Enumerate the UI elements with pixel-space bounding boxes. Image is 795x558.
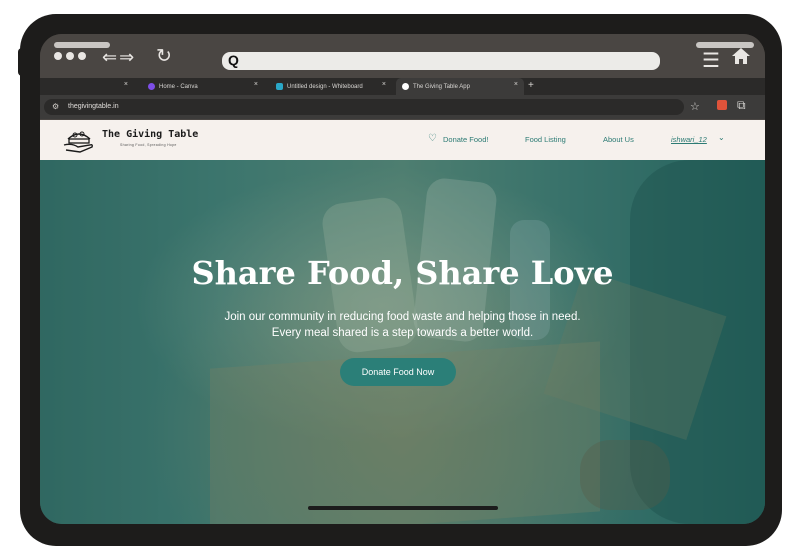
user-menu[interactable]: ishwari_12: [671, 135, 707, 144]
hero-overlay: [40, 160, 765, 524]
new-tab-button[interactable]: +: [528, 80, 534, 91]
home-indicator[interactable]: [308, 506, 498, 510]
search-icon: Q: [228, 52, 239, 68]
tab-canva[interactable]: Home - Canva ×: [140, 78, 264, 95]
browser-toolbar: ⇐⇒ ↻ Q ☰: [40, 34, 765, 78]
chevron-down-icon[interactable]: ⌄: [718, 133, 725, 142]
url-field[interactable]: ⚙ thegivingtable.in: [44, 99, 684, 115]
hero-subtitle-line2: Every meal shared is a step towards a be…: [271, 327, 534, 339]
tab-close-icon[interactable]: ×: [514, 81, 518, 88]
nav-about-us[interactable]: About Us: [603, 135, 634, 144]
tab-label: Home - Canva: [159, 83, 198, 90]
heart-icon: ♡: [428, 133, 437, 144]
whiteboard-icon: [276, 83, 283, 90]
hero-title: Share Food, Share Love: [191, 254, 614, 292]
extension-icon[interactable]: [717, 100, 727, 110]
site-favicon-icon: [402, 83, 409, 90]
home-icon[interactable]: [732, 48, 750, 64]
tab-close-icon[interactable]: ×: [254, 81, 258, 88]
tab-giving-table[interactable]: The Giving Table App ×: [396, 78, 524, 95]
tab-0[interactable]: ×: [40, 78, 134, 95]
address-bar: ⚙ thegivingtable.in ☆ ⧉: [40, 95, 765, 119]
tab-close-icon[interactable]: ×: [124, 81, 128, 88]
site-navbar: The Giving Table Sharing Food, Spreading…: [40, 120, 765, 160]
canva-icon: [148, 83, 155, 90]
brand-name[interactable]: The Giving Table: [102, 129, 198, 140]
tab-label: The Giving Table App: [413, 83, 470, 90]
tab-whiteboard[interactable]: Untitled design - Whiteboard ×: [268, 78, 392, 95]
hero-subtitle-line1: Join our community in reducing food wast…: [224, 311, 581, 323]
site-settings-icon[interactable]: ⚙: [52, 102, 59, 111]
nav-food-listing[interactable]: Food Listing: [525, 135, 566, 144]
puzzle-icon[interactable]: ⧉: [737, 98, 746, 113]
back-forward-icon[interactable]: ⇐⇒: [102, 47, 136, 68]
url-text: thegivingtable.in: [68, 103, 119, 110]
star-icon[interactable]: ☆: [690, 100, 700, 113]
menu-icon[interactable]: ☰: [702, 48, 720, 73]
tablet-screen: ⇐⇒ ↻ Q ☰ × Home - Canva × Untitled desig…: [40, 34, 765, 524]
hero-section: Share Food, Share Love Join our communit…: [40, 160, 765, 524]
donate-food-now-button[interactable]: Donate Food Now: [340, 358, 456, 386]
tab-strip: × Home - Canva × Untitled design - White…: [40, 78, 765, 95]
tab-label: Untitled design - Whiteboard: [287, 83, 363, 90]
brand-tagline: Sharing Food, Spreading Hope: [120, 143, 177, 147]
nav-donate-food[interactable]: Donate Food!: [443, 135, 488, 144]
logo-icon[interactable]: [62, 127, 96, 153]
window-controls[interactable]: [54, 52, 86, 60]
search-input[interactable]: Q: [222, 52, 660, 70]
reload-icon[interactable]: ↻: [156, 45, 172, 68]
tab-close-icon[interactable]: ×: [382, 81, 386, 88]
